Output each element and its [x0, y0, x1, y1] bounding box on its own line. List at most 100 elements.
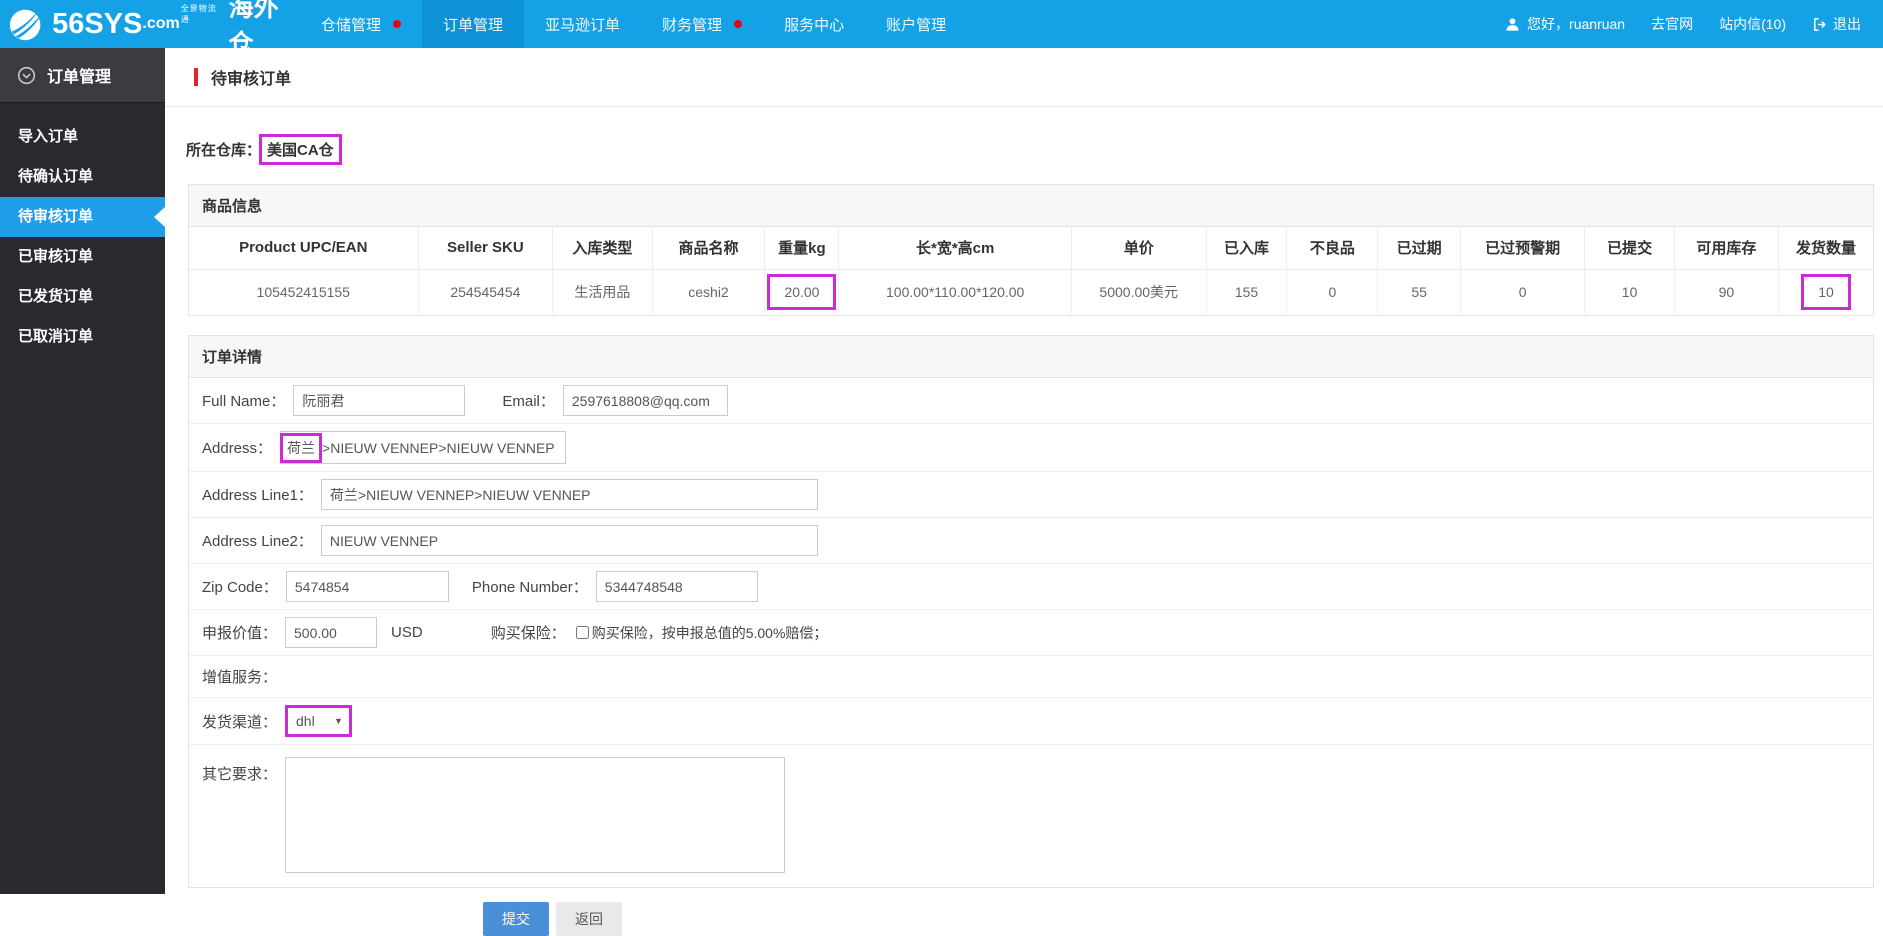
- submit-button[interactable]: 提交: [483, 902, 549, 936]
- page-title-bar: 待审核订单: [165, 48, 1883, 107]
- address-country-highlight: 荷兰: [280, 433, 322, 463]
- topbar-user-area: 您好，ruanruan 去官网 站内信(10) 退出: [1505, 0, 1883, 48]
- nav-label: 仓储管理: [321, 14, 381, 35]
- cell-available-stock: 90: [1674, 269, 1778, 315]
- col-seller-sku: Seller SKU: [418, 227, 553, 269]
- sidebar-item-shipped-orders[interactable]: 已发货订单: [0, 277, 165, 317]
- logo-text: 56SYS: [52, 8, 142, 41]
- full-name-label: Full Name：: [202, 390, 285, 411]
- col-upc: Product UPC/EAN: [189, 227, 418, 269]
- insurance-checkbox[interactable]: [576, 626, 589, 639]
- product-table-header-row: Product UPC/EAN Seller SKU 入库类型 商品名称 重量k…: [189, 227, 1873, 269]
- address-label: Address：: [202, 437, 272, 458]
- chevron-down-icon: ▼: [334, 716, 349, 726]
- full-name-input[interactable]: [293, 385, 465, 416]
- warehouse-value: 美国CA仓: [259, 134, 342, 165]
- declared-value-input[interactable]: [285, 617, 377, 648]
- other-requirements-label: 其它要求：: [202, 763, 277, 784]
- user-greeting[interactable]: 您好，ruanruan: [1505, 14, 1625, 34]
- top-navigation: 仓储管理 订单管理 亚马逊订单 财务管理 服务中心 账户管理: [300, 0, 967, 48]
- nav-label: 亚马逊订单: [545, 14, 620, 35]
- product-table: Product UPC/EAN Seller SKU 入库类型 商品名称 重量k…: [189, 227, 1873, 315]
- zip-code-input[interactable]: [286, 571, 449, 602]
- address-line1-input[interactable]: [321, 479, 818, 510]
- sidebar-item-import-orders[interactable]: 导入订单: [0, 117, 165, 157]
- col-ship-qty: 发货数量: [1779, 227, 1873, 269]
- col-submitted: 已提交: [1585, 227, 1674, 269]
- nav-item-order-management[interactable]: 订单管理: [422, 0, 524, 48]
- nav-item-service-center[interactable]: 服务中心: [763, 0, 865, 48]
- shipping-channel-select-wrap: dhl ▼: [285, 705, 352, 737]
- cell-weight: 20.00: [765, 269, 839, 315]
- cell-past-warning: 0: [1460, 269, 1585, 315]
- product-info-title: 商品信息: [189, 185, 1873, 227]
- nav-item-amazon-orders[interactable]: 亚马逊订单: [524, 0, 641, 48]
- email-input[interactable]: [563, 385, 728, 416]
- sidebar-header-label: 订单管理: [47, 63, 111, 87]
- inbox-link[interactable]: 站内信(10): [1719, 14, 1786, 34]
- nav-item-finance-management[interactable]: 财务管理: [641, 0, 763, 48]
- order-details-panel: 订单详情 Full Name： Email： Address： 荷兰 >NIEU…: [188, 335, 1874, 888]
- value-added-service-label: 增值服务：: [202, 666, 277, 687]
- cell-seller-sku: 254545454: [418, 269, 553, 315]
- address-line2-input[interactable]: [321, 525, 818, 556]
- other-requirements-textarea[interactable]: [285, 757, 785, 873]
- shipping-channel-select[interactable]: dhl: [288, 708, 334, 734]
- logo-tagline: 全景物流通: [181, 3, 224, 25]
- nav-label: 账户管理: [886, 14, 946, 35]
- address-row: Address： 荷兰 >NIEUW VENNEP>NIEUW VENNEP: [189, 424, 1873, 472]
- address-rest-text: >NIEUW VENNEP>NIEUW VENNEP: [322, 440, 555, 456]
- logout-button[interactable]: 退出: [1812, 14, 1861, 34]
- col-dimensions: 长*宽*高cm: [839, 227, 1071, 269]
- col-weight: 重量kg: [765, 227, 839, 269]
- official-site-link[interactable]: 去官网: [1651, 14, 1693, 34]
- other-requirements-row: 其它要求：: [189, 745, 1873, 887]
- warehouse-row: 所在仓库： 美国CA仓: [186, 134, 1883, 165]
- form-actions: 提交 返回: [483, 902, 1883, 936]
- logo[interactable]: 56SYS.com全景物流通海外仓: [0, 0, 300, 48]
- back-button[interactable]: 返回: [556, 902, 622, 936]
- currency-label: USD: [391, 624, 423, 641]
- col-inbound-type: 入库类型: [553, 227, 652, 269]
- cell-inbound-type: 生活用品: [553, 269, 652, 315]
- cell-defective: 0: [1287, 269, 1378, 315]
- sidebar-item-reviewed-orders[interactable]: 已审核订单: [0, 237, 165, 277]
- logo-com: .com: [142, 15, 179, 33]
- sidebar-item-pending-review-orders[interactable]: 待审核订单: [0, 197, 165, 237]
- nav-item-account-management[interactable]: 账户管理: [865, 0, 967, 48]
- sidebar-menu: 导入订单 待确认订单 待审核订单 已审核订单 已发货订单 已取消订单: [0, 103, 165, 357]
- sidebar-item-cancelled-orders[interactable]: 已取消订单: [0, 317, 165, 357]
- cell-dimensions: 100.00*110.00*120.00: [839, 269, 1071, 315]
- declared-value-row: 申报价值： USD 购买保险： 购买保险，按申报总值的5.00%赔偿；: [189, 610, 1873, 656]
- insurance-text: 购买保险，按申报总值的5.00%赔偿；: [592, 625, 828, 641]
- cell-inbound-qty: 155: [1206, 269, 1287, 315]
- main-content: 待审核订单 所在仓库： 美国CA仓 商品信息 Product UPC/EAN S…: [165, 48, 1883, 894]
- email-label: Email：: [502, 390, 555, 411]
- cell-ship-qty: 10: [1779, 269, 1873, 315]
- warehouse-label: 所在仓库：: [186, 139, 261, 160]
- logout-label: 退出: [1833, 14, 1861, 34]
- declared-value-label: 申报价值：: [202, 622, 277, 643]
- col-defective: 不良品: [1287, 227, 1378, 269]
- cell-upc: 105452415155: [189, 269, 418, 315]
- col-inbound-qty: 已入库: [1206, 227, 1287, 269]
- col-unit-price: 单价: [1071, 227, 1206, 269]
- sidebar-item-pending-confirm-orders[interactable]: 待确认订单: [0, 157, 165, 197]
- product-table-row: 105452415155 254545454 生活用品 ceshi2 20.00…: [189, 269, 1873, 315]
- nav-item-warehouse-management[interactable]: 仓储管理: [300, 0, 422, 48]
- notification-dot: [393, 20, 401, 28]
- address-display-box: 荷兰 >NIEUW VENNEP>NIEUW VENNEP: [280, 431, 566, 464]
- phone-number-input[interactable]: [596, 571, 758, 602]
- cell-expired: 55: [1378, 269, 1461, 315]
- address-line2-row: Address Line2：: [189, 518, 1873, 564]
- cell-product-name: ceshi2: [652, 269, 765, 315]
- nav-label: 订单管理: [443, 14, 503, 35]
- address-line1-label: Address Line1：: [202, 484, 313, 505]
- nav-label: 服务中心: [784, 14, 844, 35]
- phone-number-label: Phone Number：: [472, 576, 588, 597]
- greeting-text: 您好，ruanruan: [1527, 14, 1625, 34]
- notification-dot: [734, 20, 742, 28]
- name-email-row: Full Name： Email：: [189, 378, 1873, 424]
- logout-icon: [1812, 17, 1827, 32]
- weight-highlight: 20.00: [767, 274, 836, 310]
